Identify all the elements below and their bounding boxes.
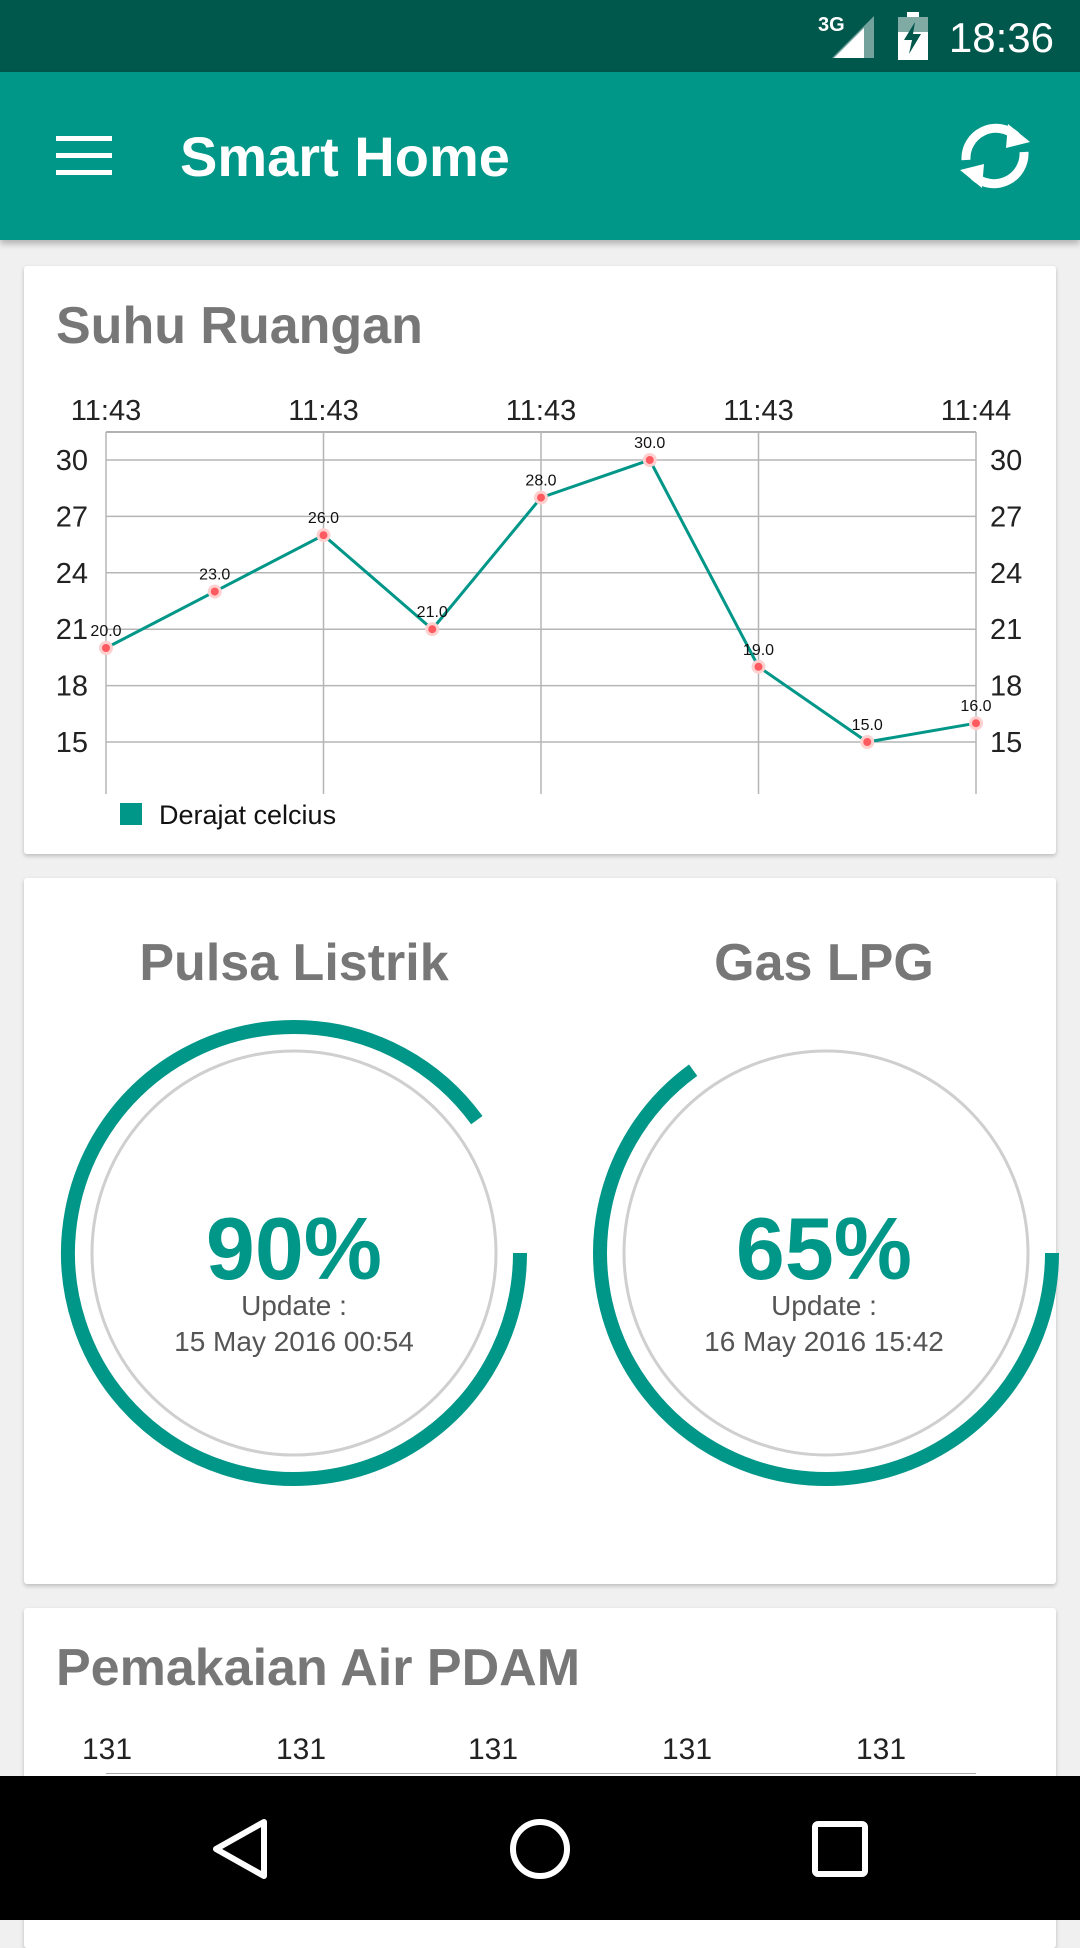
data-point — [210, 587, 219, 596]
water-card-title: Pemakaian Air PDAM — [56, 1639, 581, 1697]
data-point-label: 19.0 — [743, 642, 774, 659]
gauges-card: Pulsa Listrik 90% Update : 15 May 2016 0… — [24, 878, 1059, 1584]
data-point-label: 16.0 — [960, 698, 991, 715]
data-point — [863, 738, 872, 746]
data-point — [319, 531, 328, 540]
pulsa-listrik-title: Pulsa Listrik — [139, 934, 449, 992]
water-x-tick: 131 — [856, 1733, 907, 1766]
water-x-tick: 131 — [276, 1733, 327, 1766]
water-x-tick: 131 — [662, 1733, 713, 1766]
navigation-bar — [0, 1776, 1080, 1920]
x-tick: 11:43 — [71, 395, 141, 427]
y-tick-left: 15 — [56, 727, 88, 759]
y-tick-right: 24 — [990, 558, 1022, 590]
data-point — [428, 625, 437, 634]
y-tick-left: 18 — [56, 671, 88, 703]
y-tick-right: 30 — [990, 445, 1022, 477]
legend-swatch — [120, 803, 142, 825]
app-bar: Smart Home — [0, 72, 1080, 240]
data-point-label: 21.0 — [417, 604, 448, 621]
pulsa-listrik-update-time: 15 May 2016 00:54 — [174, 1326, 414, 1357]
back-triangle-icon[interactable] — [206, 1814, 276, 1884]
y-tick-right: 15 — [990, 727, 1022, 759]
pulsa-listrik-update-label: Update : — [241, 1290, 347, 1321]
data-point-label: 26.0 — [308, 510, 339, 527]
pulsa-listrik-update: Update : 15 May 2016 00:54 — [24, 1288, 564, 1360]
y-tick-right: 18 — [990, 671, 1022, 703]
signal-icon — [832, 16, 874, 58]
y-tick-left: 30 — [56, 445, 88, 477]
data-point — [645, 456, 654, 464]
gas-lpg-update: Update : 16 May 2016 15:42 — [554, 1288, 1080, 1360]
gas-lpg-update-label: Update : — [771, 1290, 877, 1321]
y-tick-right: 21 — [990, 614, 1022, 646]
recents-square-icon[interactable] — [805, 1814, 875, 1884]
temperature-card: Suhu Ruangan 30 30 27 27 24 24 21 21 18 18 15 15 11:… — [24, 266, 1056, 854]
x-tick: 11:43 — [723, 395, 793, 427]
x-tick: 11:43 — [506, 395, 576, 427]
x-tick: 11:44 — [941, 395, 1011, 427]
data-point-label: 20.0 — [90, 623, 121, 640]
x-tick: 11:43 — [288, 395, 358, 427]
temperature-line-chart: 30 30 27 27 24 24 21 21 18 18 15 15 11:43 11:43 11:43 1… — [56, 395, 1023, 830]
data-point — [754, 662, 763, 671]
data-point-label: 15.0 — [852, 717, 883, 734]
gas-lpg-percent: 65% — [735, 1199, 913, 1298]
hamburger-menu-icon[interactable] — [56, 136, 112, 176]
data-point — [102, 644, 110, 652]
battery-charging-icon — [898, 12, 928, 60]
y-tick-right: 27 — [990, 501, 1022, 533]
legend-label: Derajat celcius — [159, 800, 336, 830]
data-point — [537, 493, 545, 502]
pulsa-listrik-percent: 90% — [205, 1199, 383, 1298]
gas-lpg-title: Gas LPG — [714, 934, 934, 992]
status-time: 18:36 — [948, 14, 1054, 61]
data-point-label: 23.0 — [199, 567, 230, 584]
water-x-tick: 131 — [82, 1733, 133, 1766]
y-tick-left: 21 — [56, 614, 88, 646]
data-point-label: 30.0 — [634, 435, 665, 452]
status-bar: 3G 18:36 — [0, 0, 1080, 72]
water-x-tick: 131 — [468, 1733, 519, 1766]
data-point-label: 28.0 — [525, 473, 556, 490]
y-tick-left: 24 — [56, 558, 88, 590]
home-circle-icon[interactable] — [505, 1814, 575, 1884]
gas-lpg-update-time: 16 May 2016 15:42 — [704, 1326, 944, 1357]
refresh-icon[interactable] — [950, 120, 1040, 192]
app-title: Smart Home — [180, 125, 510, 188]
data-point — [972, 719, 980, 728]
y-tick-left: 27 — [56, 501, 88, 533]
water-chart-x-ticks: 131 131 131 131 131 — [24, 1733, 1056, 1773]
